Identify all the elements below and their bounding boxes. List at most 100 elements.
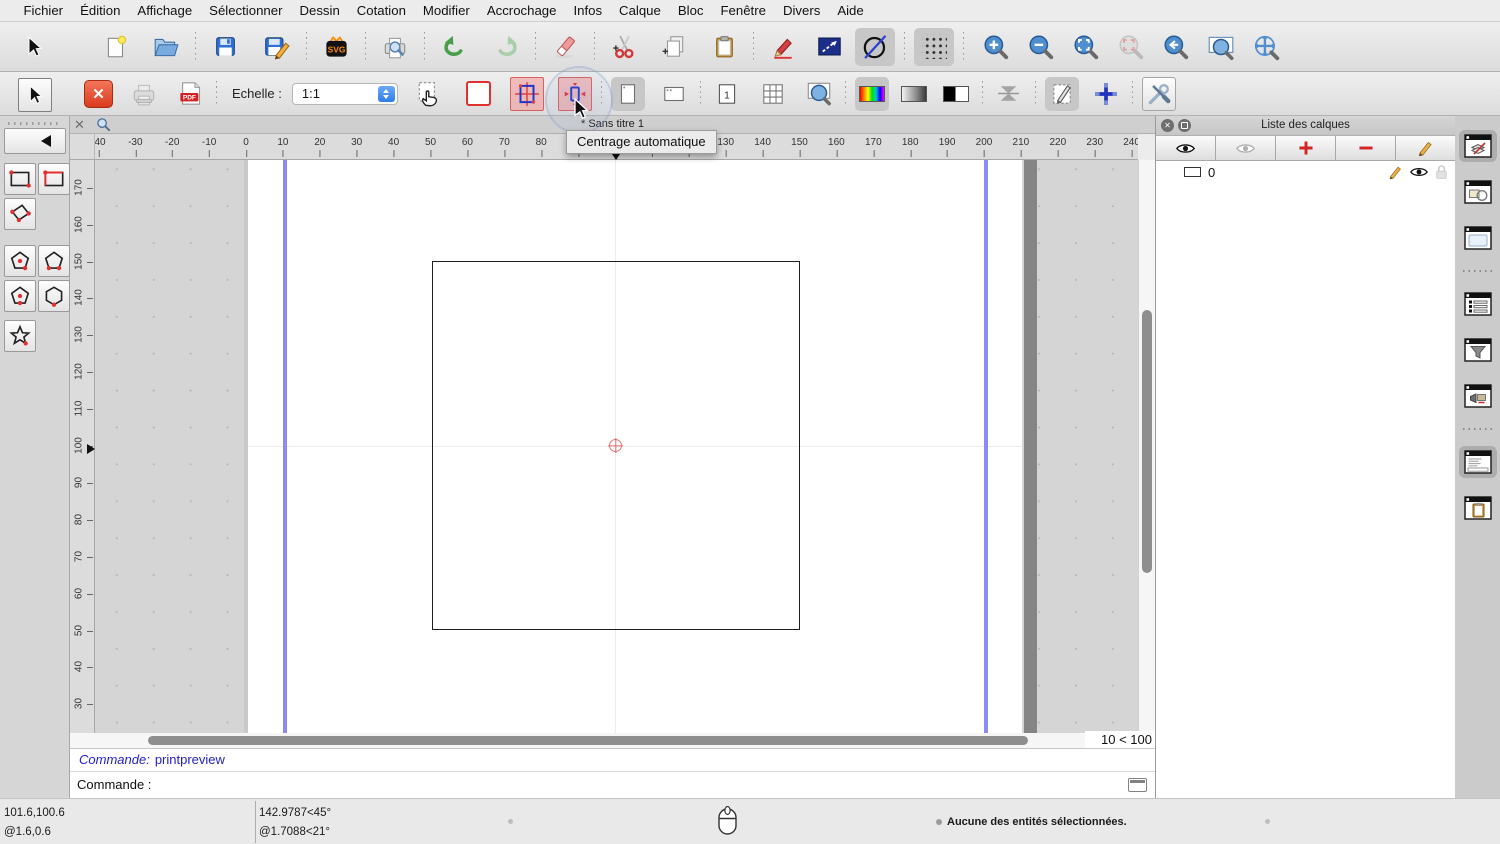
list-dock-button[interactable] (1459, 288, 1497, 320)
export-pdf-button[interactable]: PDF (173, 77, 207, 111)
statusbar-dot (508, 819, 513, 824)
edit-layer-button[interactable] (1396, 136, 1455, 160)
zoom-pan-button[interactable] (1243, 28, 1288, 66)
layer-edit-icon[interactable] (1388, 165, 1403, 180)
star-button[interactable] (4, 320, 36, 352)
new-document-button[interactable] (96, 28, 136, 66)
detach-command-widget-button[interactable] (1128, 778, 1147, 792)
menu-item[interactable]: Fichier (15, 0, 72, 22)
move-paper-button[interactable] (412, 77, 446, 111)
pdf-icon: PDF (177, 80, 204, 107)
toolbar-separator (982, 81, 983, 107)
copy-button[interactable] (654, 28, 694, 66)
polygon-center-corner-button[interactable] (4, 245, 36, 277)
paste-button[interactable] (704, 28, 744, 66)
rectangle-rotated-button[interactable] (4, 198, 36, 230)
menu-item[interactable]: Dessin (291, 0, 348, 22)
draw-pen-button[interactable] (763, 28, 803, 66)
portrait-button[interactable] (611, 77, 645, 111)
menu-item[interactable]: Calque (611, 0, 670, 22)
hexagon-button[interactable] (38, 280, 70, 312)
draw-circle-button[interactable] (855, 28, 895, 66)
paper-border-button[interactable] (462, 77, 496, 111)
zoom-selected-button[interactable] (1108, 28, 1153, 66)
zoom-previous-button[interactable] (1153, 28, 1198, 66)
auto-center-button[interactable] (558, 77, 592, 111)
draft-settings-button[interactable] (1045, 77, 1079, 111)
command-dock-button[interactable] (1459, 446, 1497, 478)
cut-button[interactable] (604, 28, 644, 66)
drawing-canvas[interactable] (95, 160, 1138, 733)
add-layer-button[interactable] (1276, 136, 1336, 160)
scale-combobox[interactable]: 1:1 (292, 83, 398, 105)
undo-button[interactable] (434, 28, 474, 66)
sidebar-drag-handle[interactable] (8, 122, 61, 125)
menu-item[interactable]: Cotation (348, 0, 414, 22)
layer-lock-icon[interactable] (1435, 164, 1448, 180)
export-svg-button[interactable]: SVG (316, 28, 356, 66)
fit-to-paper-button[interactable] (510, 77, 544, 111)
clipboard-dock-button[interactable] (1459, 492, 1497, 524)
polygon-center-edge-button[interactable] (4, 280, 36, 312)
menu-item[interactable]: Divers (774, 0, 828, 22)
save-button[interactable] (205, 28, 245, 66)
menu-item[interactable]: Sélectionner (201, 0, 291, 22)
pen-dock-button[interactable] (1459, 380, 1497, 412)
redo-button[interactable] (486, 28, 526, 66)
polygon-2-corners-button[interactable] (38, 245, 70, 277)
close-preview-button[interactable]: ✕ (84, 80, 113, 108)
multi-page-button[interactable] (756, 77, 790, 111)
hide-all-layers-button[interactable] (1216, 136, 1276, 160)
grayscale-mode-button[interactable] (897, 77, 931, 111)
save-as-button[interactable] (257, 28, 297, 66)
draw-line-button[interactable] (809, 28, 849, 66)
zoom-out-button[interactable] (1018, 28, 1063, 66)
back-button[interactable] (4, 128, 66, 154)
tools-button[interactable] (1142, 77, 1176, 111)
color-bar-icon (859, 86, 885, 102)
menu-item[interactable]: Affichage (129, 0, 201, 22)
remove-layer-button[interactable] (1336, 136, 1396, 160)
layer-row[interactable]: 0 (1156, 161, 1455, 183)
select-tool-icon[interactable] (14, 28, 54, 66)
menu-item[interactable]: Modifier (414, 0, 478, 22)
zoom-page-button[interactable] (802, 77, 836, 111)
crosshair-button[interactable] (1089, 77, 1123, 111)
color-mode-button[interactable] (855, 77, 889, 111)
open-file-button[interactable] (146, 28, 186, 66)
layers-dock-button[interactable] (1459, 130, 1497, 162)
menu-item[interactable]: Accrochage (478, 0, 565, 22)
wait-button[interactable] (992, 77, 1026, 111)
menu-item[interactable]: Aide (829, 0, 872, 22)
library-dock-button[interactable] (1459, 222, 1497, 254)
filter-dock-button[interactable] (1459, 334, 1497, 366)
menu-item[interactable]: Bloc (669, 0, 712, 22)
menu-item[interactable]: Édition (72, 0, 129, 22)
stepper-icon[interactable] (378, 86, 395, 102)
command-input-line[interactable]: Commande : (70, 771, 1155, 798)
menu-item[interactable]: Infos (565, 0, 611, 22)
landscape-button[interactable] (657, 77, 691, 111)
show-all-layers-button[interactable] (1156, 136, 1216, 160)
blocks-dock-button[interactable] (1459, 176, 1497, 208)
zoom-in-button[interactable] (973, 28, 1018, 66)
print-button[interactable] (127, 77, 161, 111)
horizontal-scrollbar[interactable] (70, 733, 1085, 748)
rectangle-corner-button[interactable] (38, 163, 70, 195)
snap-grid-button[interactable] (914, 28, 954, 66)
blackwhite-mode-button[interactable] (939, 77, 973, 111)
vertical-scrollbar-thumb[interactable] (1142, 310, 1152, 573)
rectangle-2-points-button[interactable] (4, 163, 36, 195)
preview-select-button[interactable] (18, 78, 52, 112)
eraser-button[interactable] (545, 28, 585, 66)
zoom-window-button[interactable] (1198, 28, 1243, 66)
zoom-auto-button[interactable] (1063, 28, 1108, 66)
horizontal-scrollbar-thumb[interactable] (148, 736, 1028, 745)
document-tab-title[interactable]: * Sans titre 1 (70, 118, 1155, 130)
print-preview-button[interactable] (375, 28, 415, 66)
menu-item[interactable]: Fenêtre (712, 0, 774, 22)
single-page-button[interactable]: 1 (710, 77, 744, 111)
vertical-scrollbar[interactable] (1138, 160, 1155, 733)
toolbar-separator (601, 81, 602, 107)
layer-visibility-icon[interactable] (1410, 166, 1428, 178)
